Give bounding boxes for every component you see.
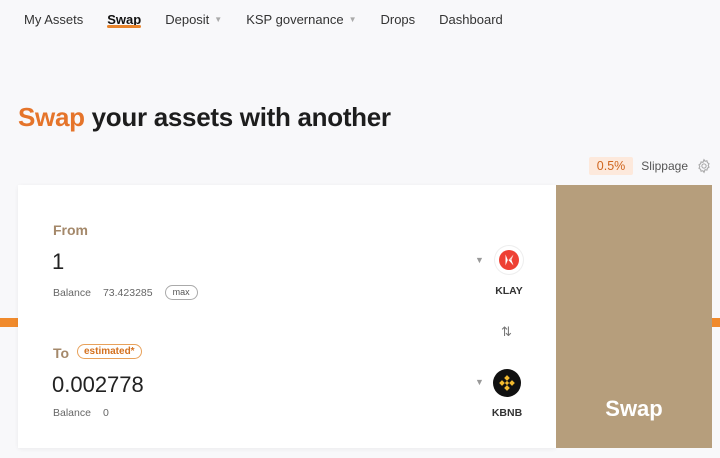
nav-deposit[interactable]: Deposit ▼	[165, 0, 222, 30]
nav-my-assets[interactable]: My Assets	[24, 0, 83, 30]
kbnb-logo-icon[interactable]	[493, 369, 521, 397]
to-balance-label: Balance	[53, 407, 91, 419]
to-label: To	[53, 345, 70, 361]
nav-drops-label: Drops	[380, 12, 416, 27]
nav-deposit-label: Deposit	[165, 12, 210, 27]
to-balance: Balance 0	[53, 407, 109, 419]
to-token-name[interactable]: KBNB	[487, 407, 527, 419]
gear-icon[interactable]	[696, 158, 712, 174]
slippage-setting: 0.5% Slippage	[588, 157, 712, 175]
chevron-down-icon: ▼	[214, 15, 223, 24]
from-token-name[interactable]: KLAY	[489, 285, 529, 297]
chevron-down-icon: ▼	[348, 15, 357, 24]
from-label: From	[53, 222, 88, 238]
nav-swap[interactable]: Swap	[107, 0, 141, 30]
from-amount-input[interactable]: 1	[52, 249, 64, 275]
nav-dashboard-label: Dashboard	[439, 12, 503, 27]
chevron-down-icon[interactable]: ▼	[475, 377, 484, 387]
page-title-rest: your assets with another	[84, 102, 391, 132]
nav-swap-label: Swap	[107, 12, 142, 27]
top-nav: My Assets Swap Deposit ▼ KSP governance ▼ …	[0, 0, 720, 36]
slippage-value: 0.5%	[588, 157, 634, 175]
nav-ksp-governance[interactable]: KSP governance ▼	[246, 0, 356, 30]
swap-direction-icon[interactable]: ⇅	[501, 324, 512, 340]
nav-dashboard[interactable]: Dashboard	[439, 0, 503, 30]
slippage-label: Slippage	[641, 159, 688, 173]
nav-drops[interactable]: Drops	[380, 0, 415, 30]
nav-my-assets-label: My Assets	[24, 12, 84, 27]
from-balance-label: Balance	[53, 286, 91, 299]
klay-logo-icon[interactable]	[495, 246, 523, 274]
estimated-badge: estimated*	[77, 344, 142, 359]
from-balance: Balance 73.423285 max	[53, 285, 198, 300]
chevron-down-icon[interactable]: ▼	[475, 255, 484, 265]
swap-card: From 1 Balance 73.423285 max ▼ KLAY ⇅ To…	[18, 185, 556, 448]
page-title-accent: Swap	[18, 102, 85, 132]
page-title: Swap your assets with another	[18, 102, 391, 133]
max-button[interactable]: max	[164, 285, 198, 300]
to-amount-input[interactable]: 0.002778	[52, 372, 144, 398]
from-balance-value: 73.423285	[102, 286, 153, 299]
nav-ksp-governance-label: KSP governance	[246, 12, 344, 27]
swap-button[interactable]: Swap	[556, 185, 712, 448]
to-balance-value: 0	[102, 407, 109, 419]
